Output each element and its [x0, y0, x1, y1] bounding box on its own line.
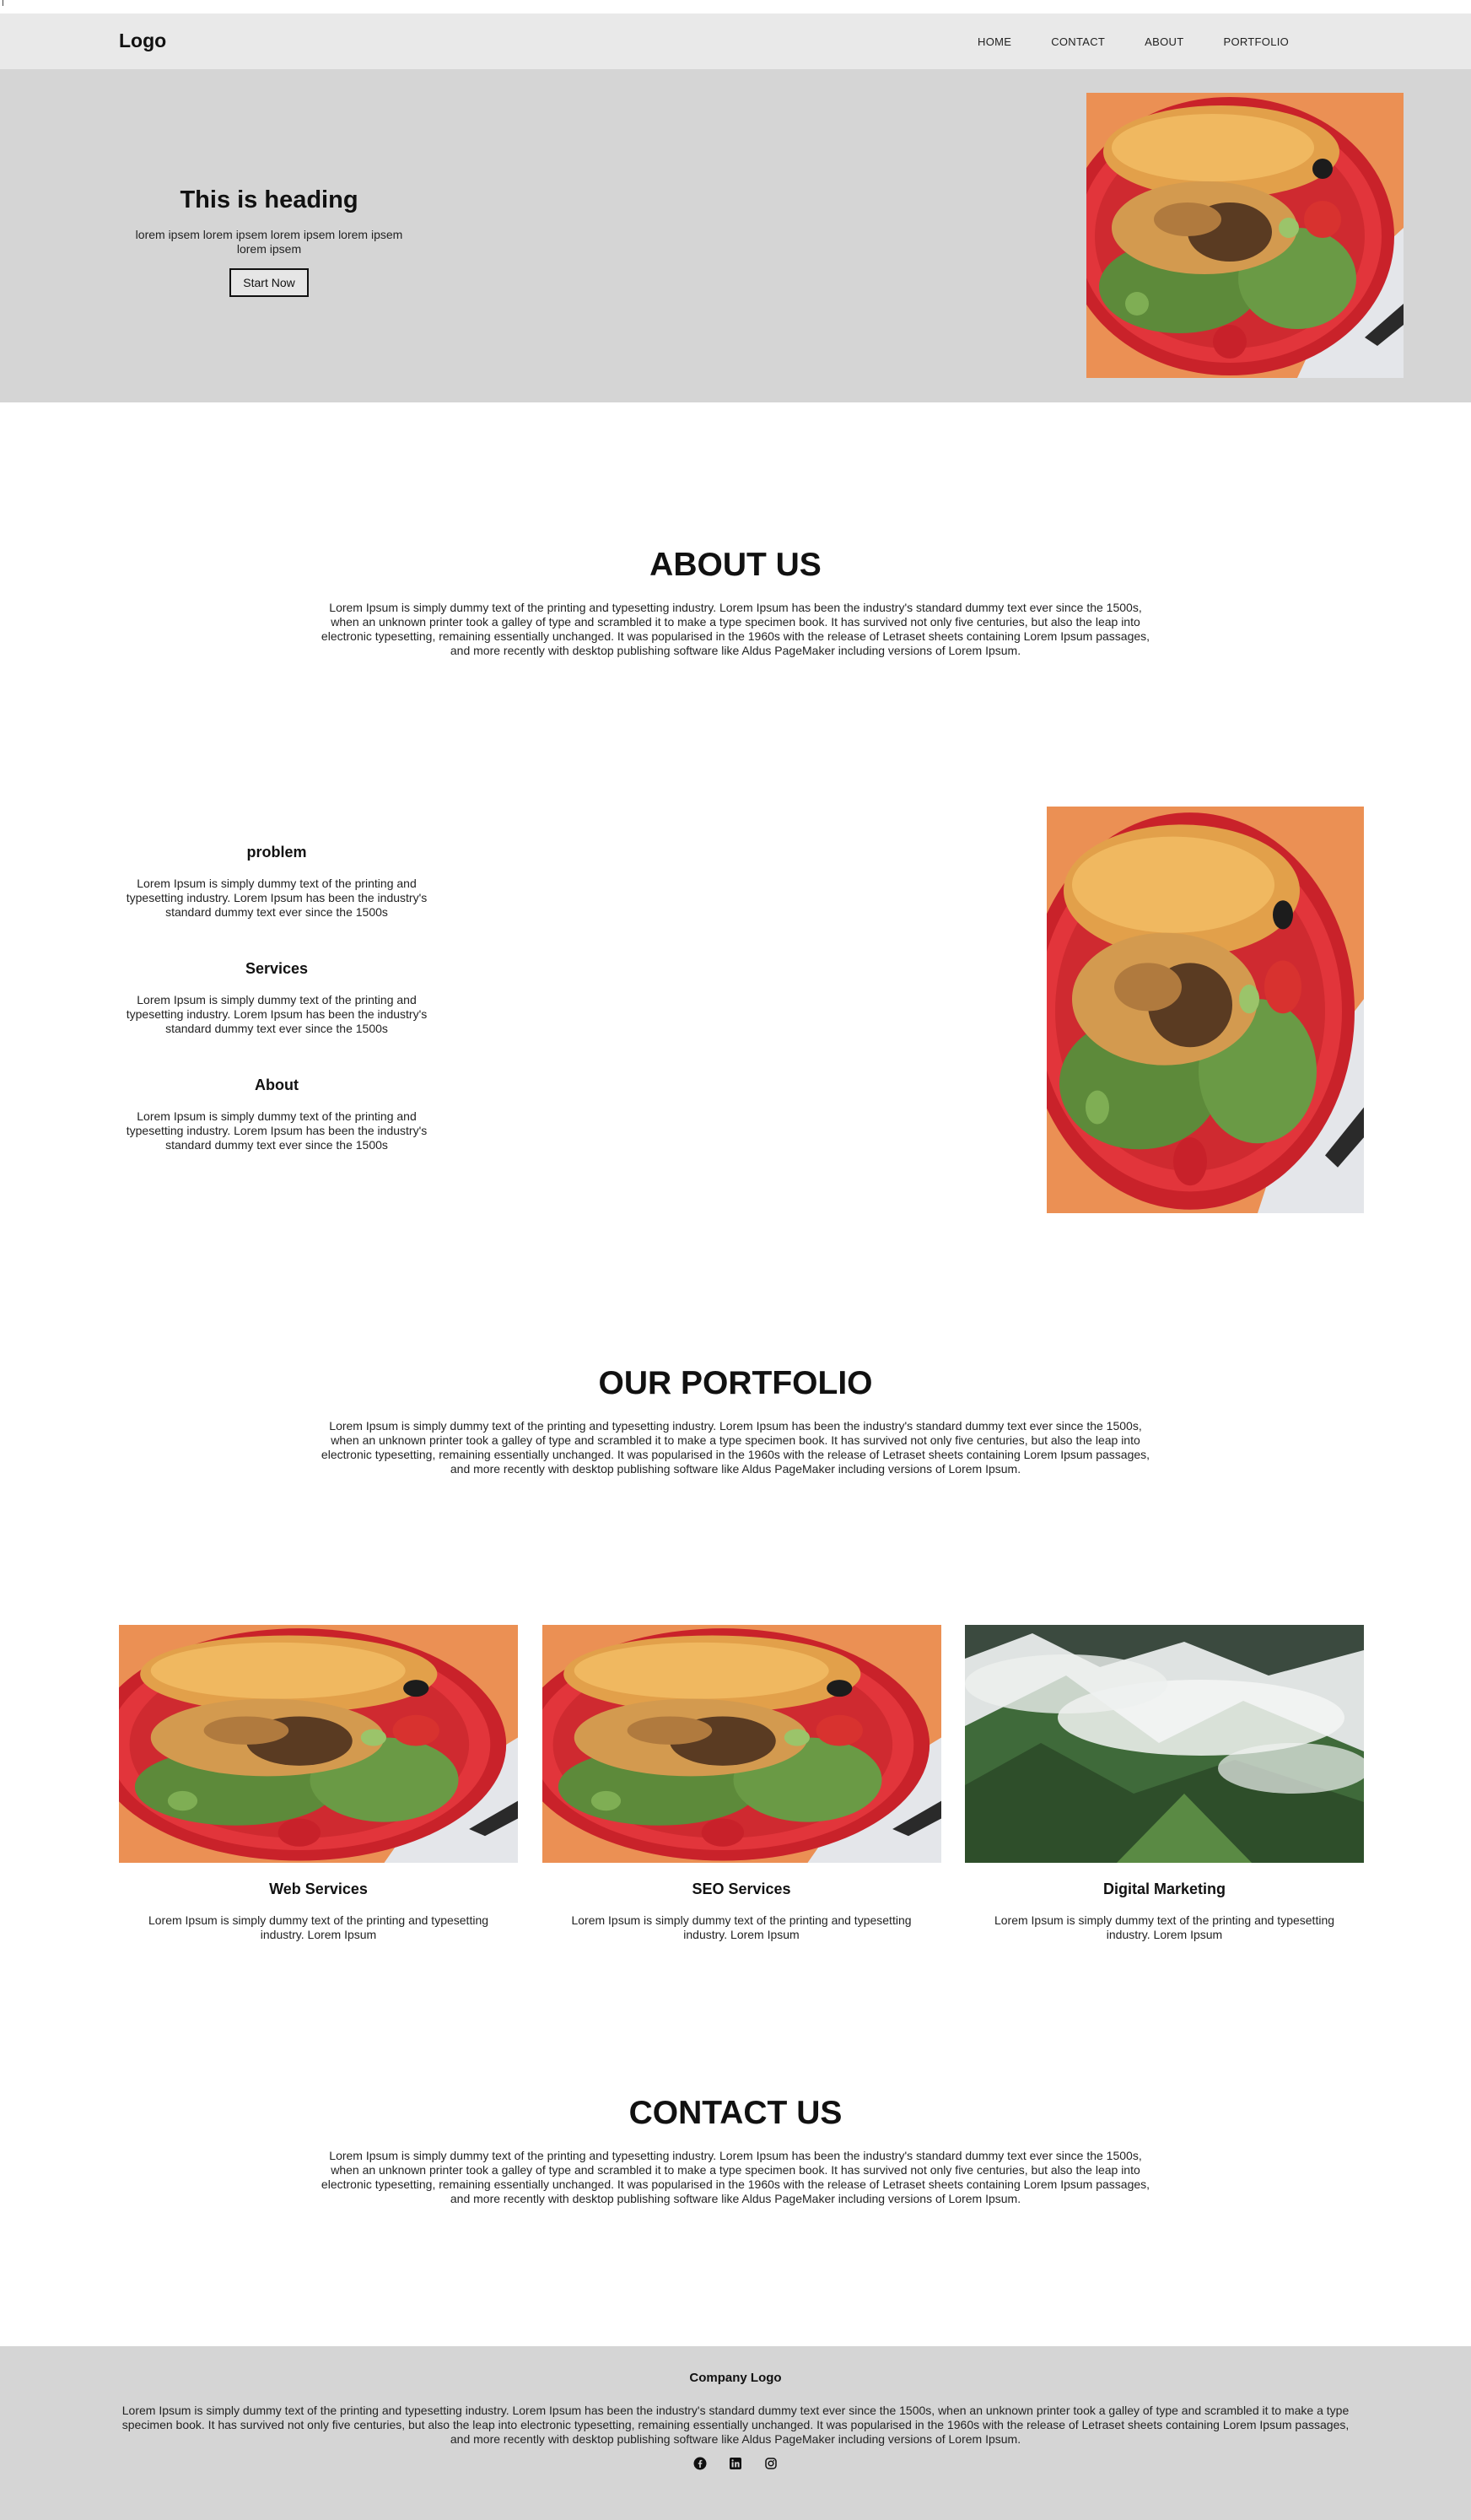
portfolio-card-digital-marketing[interactable]: Digital Marketing Lorem Ipsum is simply … [965, 1625, 1364, 1942]
portfolio-section: OUR PORTFOLIO Lorem Ipsum is simply dumm… [0, 1365, 1471, 1476]
footer-company-logo[interactable]: Company Logo [0, 2371, 1471, 2385]
features-food-image [1047, 807, 1364, 1213]
nav-link-home[interactable]: HOME [978, 35, 1011, 48]
contact-section: CONTACT US Lorem Ipsum is simply dummy t… [0, 2095, 1471, 2206]
portfolio-card-web-services[interactable]: Web Services Lorem Ipsum is simply dummy… [119, 1625, 518, 1942]
feature-title: About [255, 1077, 299, 1093]
about-section: ABOUT US Lorem Ipsum is simply dummy tex… [0, 547, 1471, 658]
hero-text-block: This is heading lorem ipsem lorem ipsem … [119, 186, 419, 297]
portfolio-card-seo-services[interactable]: SEO Services Lorem Ipsum is simply dummy… [542, 1625, 941, 1942]
contact-title: CONTACT US [628, 2095, 843, 2131]
nav-link-about[interactable]: ABOUT [1145, 35, 1183, 48]
card-text: Lorem Ipsum is simply dummy text of the … [571, 1913, 912, 1941]
hero-subtext: lorem ipsem lorem ipsem lorem ipsem lore… [135, 228, 403, 256]
features-list: problem Lorem Ipsum is simply dummy text… [119, 844, 434, 1193]
feature-services: Services Lorem Ipsum is simply dummy tex… [119, 960, 434, 1036]
footer: Company Logo Lorem Ipsum is simply dummy… [0, 2346, 1471, 2520]
feature-problem: problem Lorem Ipsum is simply dummy text… [119, 844, 434, 920]
portfolio-title: OUR PORTFOLIO [598, 1365, 873, 1401]
card-food-image [542, 1625, 941, 1863]
text-cursor-mark: I [2, 0, 4, 8]
feature-title: problem [246, 844, 307, 861]
card-title: Web Services [269, 1881, 368, 1897]
feature-text: Lorem Ipsum is simply dummy text of the … [126, 877, 428, 919]
feature-text: Lorem Ipsum is simply dummy text of the … [126, 1109, 428, 1152]
feature-text: Lorem Ipsum is simply dummy text of the … [126, 993, 428, 1035]
card-mountain-image [965, 1625, 1364, 1863]
card-food-image [119, 1625, 518, 1863]
hero-food-image [1086, 93, 1404, 378]
facebook-icon[interactable] [693, 2457, 707, 2470]
nav-links: HOME CONTACT ABOUT PORTFOLIO [978, 35, 1328, 48]
instagram-icon[interactable] [764, 2457, 778, 2470]
hero-heading: This is heading [180, 186, 358, 213]
nav-link-contact[interactable]: CONTACT [1051, 35, 1105, 48]
portfolio-text: Lorem Ipsum is simply dummy text of the … [321, 1419, 1150, 1476]
linkedin-icon[interactable] [729, 2457, 742, 2470]
portfolio-cards: Web Services Lorem Ipsum is simply dummy… [119, 1625, 1364, 1942]
site-logo[interactable]: Logo [119, 30, 166, 52]
feature-about: About Lorem Ipsum is simply dummy text o… [119, 1077, 434, 1152]
navbar: Logo HOME CONTACT ABOUT PORTFOLIO [0, 13, 1471, 69]
about-title: ABOUT US [649, 547, 822, 583]
footer-text: Lorem Ipsum is simply dummy text of the … [121, 2404, 1350, 2446]
card-text: Lorem Ipsum is simply dummy text of the … [994, 1913, 1335, 1941]
about-text: Lorem Ipsum is simply dummy text of the … [321, 601, 1150, 657]
card-text: Lorem Ipsum is simply dummy text of the … [148, 1913, 489, 1941]
start-now-button[interactable]: Start Now [229, 268, 309, 297]
nav-link-portfolio[interactable]: PORTFOLIO [1223, 35, 1289, 48]
feature-title: Services [245, 960, 309, 977]
card-title: SEO Services [692, 1881, 791, 1897]
hero-section: This is heading lorem ipsem lorem ipsem … [0, 69, 1471, 402]
contact-text: Lorem Ipsum is simply dummy text of the … [321, 2149, 1150, 2205]
social-links [0, 2457, 1471, 2470]
card-title: Digital Marketing [1102, 1881, 1226, 1897]
